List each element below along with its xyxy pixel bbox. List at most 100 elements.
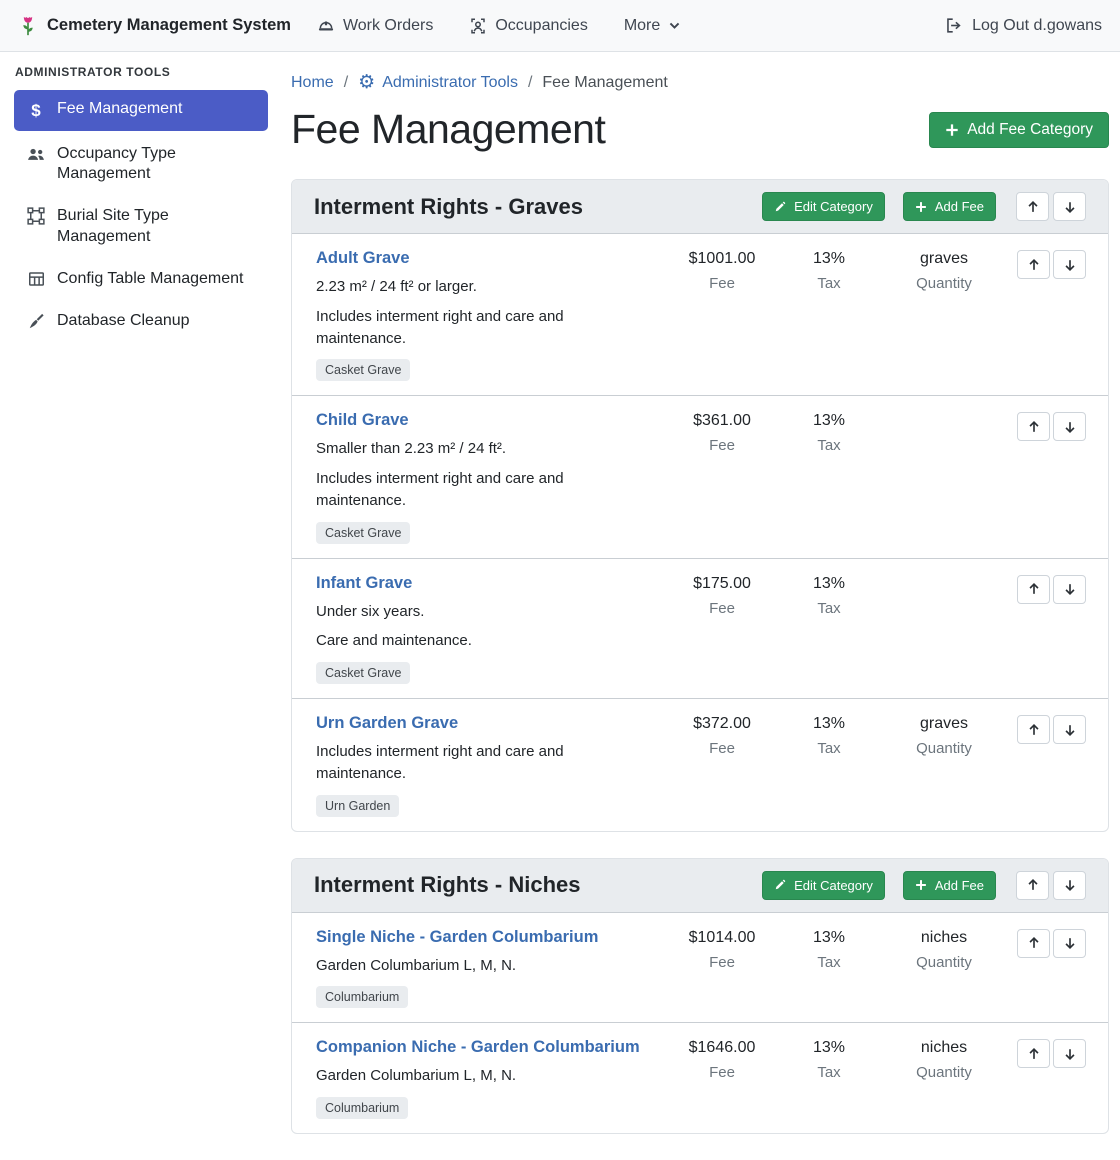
fee-amount-col: $1001.00 Fee (666, 249, 778, 292)
fee-amount-label: Fee (666, 1064, 778, 1081)
fee-move-up-button[interactable] (1017, 412, 1050, 441)
fee-move-up-button[interactable] (1017, 929, 1050, 958)
sidebar-item-occupancy-type[interactable]: Occupancy Type Management (14, 135, 268, 194)
fee-quantity-label: Quantity (880, 954, 1008, 971)
arrow-down-icon (1063, 420, 1077, 434)
plus-icon (915, 879, 927, 891)
add-fee-label: Add Fee (935, 878, 984, 893)
nav-occupancies[interactable]: Occupancies (469, 17, 588, 35)
sidebar-item-burial-site-type[interactable]: Burial Site Type Management (14, 197, 268, 256)
fee-type-badge: Casket Grave (316, 522, 410, 544)
logout-link[interactable]: Log Out d.gowans (944, 16, 1102, 35)
fee-tax-col: 13% Tax (778, 1038, 880, 1081)
arrow-down-icon (1063, 258, 1077, 272)
fee-amount-label: Fee (666, 275, 778, 292)
fee-quantity: niches (880, 1039, 1008, 1057)
fee-arrows (1008, 249, 1086, 279)
fee-row: Single Niche - Garden Columbarium Garden… (292, 913, 1108, 1023)
edit-category-label: Edit Category (794, 199, 873, 214)
fee-move-down-button[interactable] (1053, 929, 1086, 958)
fee-amount: $1001.00 (666, 250, 778, 268)
fee-move-up-button[interactable] (1017, 575, 1050, 604)
arrow-down-icon (1063, 723, 1077, 737)
category-move-down-button[interactable] (1053, 192, 1086, 221)
fee-move-up-button[interactable] (1017, 1039, 1050, 1068)
nav-more[interactable]: More (624, 17, 681, 35)
sidebar-item-fee-management[interactable]: $ Fee Management (14, 90, 268, 131)
fee-name-link[interactable]: Adult Grave (316, 249, 656, 268)
fee-amount: $1014.00 (666, 929, 778, 947)
fee-move-up-button[interactable] (1017, 250, 1050, 279)
arrow-up-icon (1027, 420, 1041, 434)
fee-move-down-button[interactable] (1053, 715, 1086, 744)
fee-tax: 13% (778, 575, 880, 593)
fee-description-2: Includes interment right and care and ma… (316, 468, 656, 512)
arrow-up-icon (1027, 258, 1041, 272)
edit-category-button[interactable]: Edit Category (762, 192, 885, 221)
page-title: Fee Management (291, 106, 605, 153)
fee-details: Single Niche - Garden Columbarium Garden… (316, 928, 666, 1009)
category-move-up-button[interactable] (1016, 192, 1049, 221)
nav-work-orders[interactable]: Work Orders (317, 17, 433, 35)
fee-move-down-button[interactable] (1053, 412, 1086, 441)
arrow-up-icon (1027, 723, 1041, 737)
app-brand[interactable]: Cemetery Management System (18, 15, 291, 37)
fee-move-down-button[interactable] (1053, 250, 1086, 279)
fee-name-link[interactable]: Urn Garden Grave (316, 714, 656, 733)
plus-icon (945, 123, 959, 137)
fee-details: Urn Garden Grave Includes interment righ… (316, 714, 666, 817)
fee-name-link[interactable]: Child Grave (316, 411, 656, 430)
sidebar-item-config-table[interactable]: Config Table Management (14, 260, 268, 298)
gear-icon: ⚙ (358, 73, 375, 92)
fee-tax-label: Tax (778, 954, 880, 971)
arrow-up-icon (1027, 582, 1041, 596)
breadcrumb-home[interactable]: Home (291, 74, 334, 92)
category-move-down-button[interactable] (1053, 871, 1086, 900)
pencil-icon (774, 201, 786, 213)
edit-category-button[interactable]: Edit Category (762, 871, 885, 900)
fee-name-link[interactable]: Companion Niche - Garden Columbarium (316, 1038, 656, 1057)
fee-quantity-label: Quantity (880, 740, 1008, 757)
fee-quantity-col (880, 411, 1008, 419)
fee-quantity: graves (880, 715, 1008, 733)
navbar-links: Work Orders Occupancies More (317, 17, 681, 35)
fee-tax-label: Tax (778, 740, 880, 757)
fee-quantity-label: Quantity (880, 275, 1008, 292)
add-fee-category-button[interactable]: Add Fee Category (929, 112, 1109, 148)
breadcrumb-admin-tools[interactable]: ⚙ Administrator Tools (358, 73, 518, 92)
category-move-up-button[interactable] (1016, 871, 1049, 900)
fee-tax: 13% (778, 412, 880, 430)
pencil-icon (774, 879, 786, 891)
arrow-down-icon (1063, 1047, 1077, 1061)
fee-name-link[interactable]: Infant Grave (316, 574, 656, 593)
chevron-down-icon (668, 19, 681, 32)
main-content: Home / ⚙ Administrator Tools / Fee Manag… (280, 52, 1120, 1160)
add-fee-button[interactable]: Add Fee (903, 192, 996, 221)
fee-arrows (1008, 574, 1086, 604)
fee-arrows (1008, 928, 1086, 958)
sidebar-item-label: Occupancy Type Management (57, 144, 256, 185)
top-navbar: Cemetery Management System Work Orders O… (0, 0, 1120, 52)
fee-quantity-col (880, 574, 1008, 582)
breadcrumb-current: Fee Management (542, 74, 667, 92)
add-fee-button[interactable]: Add Fee (903, 871, 996, 900)
fee-name-link[interactable]: Single Niche - Garden Columbarium (316, 928, 656, 947)
hard-hat-icon (317, 17, 335, 35)
fee-move-up-button[interactable] (1017, 715, 1050, 744)
sidebar-item-database-cleanup[interactable]: Database Cleanup (14, 302, 268, 340)
fee-row: Infant Grave Under six years. Care and m… (292, 558, 1108, 699)
sidebar-heading: ADMINISTRATOR TOOLS (15, 65, 268, 79)
fee-tax: 13% (778, 929, 880, 947)
fee-move-down-button[interactable] (1053, 1039, 1086, 1068)
fee-quantity-col: niches Quantity (880, 928, 1008, 971)
fee-move-down-button[interactable] (1053, 575, 1086, 604)
arrow-down-icon (1063, 582, 1077, 596)
arrow-up-icon (1026, 878, 1040, 892)
fee-category-header: Interment Rights - Niches Edit Category … (292, 859, 1108, 913)
sidebar-item-label: Burial Site Type Management (57, 206, 256, 247)
fee-list: Adult Grave 2.23 m² / 24 ft² or larger. … (292, 234, 1108, 831)
fee-type-badge: Columbarium (316, 1097, 408, 1119)
dollar-icon: $ (26, 100, 46, 122)
nav-occupancies-label: Occupancies (495, 17, 588, 35)
fee-quantity-label: Quantity (880, 1064, 1008, 1081)
